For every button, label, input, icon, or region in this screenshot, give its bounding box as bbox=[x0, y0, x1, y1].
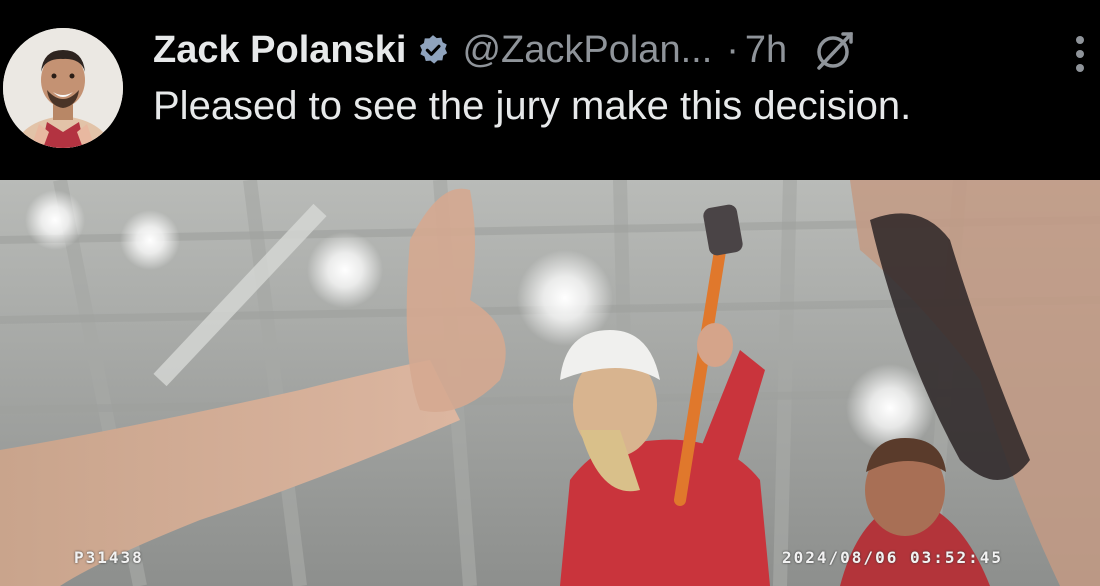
tweet-timestamp[interactable]: 7h bbox=[745, 29, 787, 72]
grok-icon[interactable] bbox=[813, 28, 857, 72]
camera-id-label: P31438 bbox=[74, 548, 144, 567]
tweet-author-row: Zack Polanski @ZackPolan... · 7h bbox=[153, 26, 857, 74]
avatar[interactable] bbox=[3, 28, 123, 148]
more-options-icon[interactable] bbox=[1072, 34, 1088, 74]
avatar-image bbox=[3, 28, 123, 148]
bodycam-video-frame bbox=[0, 180, 1100, 586]
tweet-media[interactable]: P31438 2024/08/06 03:52:45 bbox=[0, 180, 1100, 586]
tweet-text: Pleased to see the jury make this decisi… bbox=[153, 84, 912, 128]
tweet-header: Zack Polanski @ZackPolan... · 7h Pleased… bbox=[0, 0, 1100, 180]
author-name[interactable]: Zack Polanski bbox=[153, 29, 406, 72]
camera-timestamp-label: 2024/08/06 03:52:45 bbox=[782, 548, 1004, 567]
verified-badge-icon bbox=[416, 33, 450, 67]
separator-dot: · bbox=[726, 28, 739, 71]
author-handle[interactable]: @ZackPolan... bbox=[462, 29, 712, 72]
